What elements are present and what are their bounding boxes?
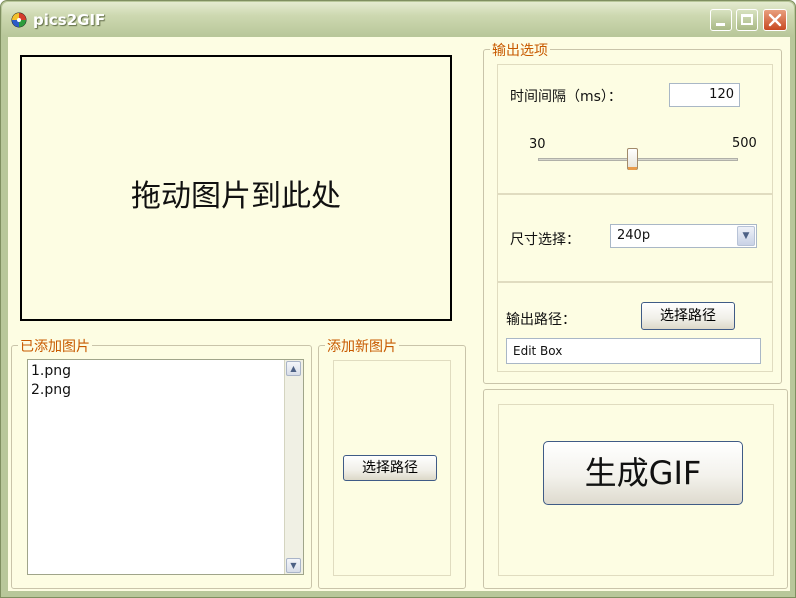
output-path-input[interactable]: Edit Box: [506, 338, 761, 364]
minimize-button[interactable]: [710, 9, 732, 31]
minimize-icon: [716, 23, 725, 26]
app-window: pics2GIF 拖动图片到此处 已添加图片 1.png 2.png ▲ ▼ 添…: [0, 0, 796, 598]
size-select-value: 240p: [617, 228, 651, 243]
window-title: pics2GIF: [33, 11, 106, 29]
chevron-down-icon: ▼: [742, 231, 750, 241]
drop-zone-hint: 拖动图片到此处: [131, 179, 341, 214]
generate-gif-button[interactable]: 生成GIF: [543, 441, 743, 505]
list-item[interactable]: 2.png: [28, 381, 285, 400]
add-new-image-legend: 添加新图片: [325, 336, 399, 356]
slider-min-label: 30: [529, 137, 546, 152]
output-path-browse-button[interactable]: 选择路径: [641, 302, 735, 330]
output-path-label: 输出路径：: [506, 312, 576, 328]
app-color-wheel-icon: [11, 12, 27, 28]
image-drop-zone[interactable]: 拖动图片到此处: [20, 55, 452, 321]
close-button[interactable]: [763, 9, 787, 31]
title-bar[interactable]: pics2GIF: [2, 2, 794, 36]
interval-label: 时间间隔（ms）：: [510, 89, 622, 105]
size-select[interactable]: 240p ▼: [610, 224, 757, 248]
size-label: 尺寸选择：: [510, 232, 580, 248]
chevron-up-icon: ▲: [290, 364, 297, 373]
maximize-button[interactable]: [736, 9, 758, 31]
list-item[interactable]: 1.png: [28, 362, 285, 381]
client-area: 拖动图片到此处 已添加图片 1.png 2.png ▲ ▼ 添加新图片 选择路径 …: [8, 37, 790, 591]
scroll-down-button[interactable]: ▼: [286, 558, 301, 573]
interval-input[interactable]: 120: [669, 83, 740, 107]
add-image-browse-button[interactable]: 选择路径: [343, 455, 437, 481]
list-vertical-scrollbar[interactable]: ▲ ▼: [284, 360, 303, 574]
interval-slider-track[interactable]: [538, 158, 738, 161]
added-images-legend: 已添加图片: [18, 336, 92, 356]
chevron-down-icon: ▼: [290, 561, 297, 570]
output-options-legend: 输出选项: [490, 40, 550, 60]
added-images-list[interactable]: 1.png 2.png ▲ ▼: [27, 359, 304, 575]
slider-max-label: 500: [732, 136, 757, 151]
added-images-items: 1.png 2.png: [28, 362, 285, 400]
maximize-icon: [741, 14, 753, 25]
close-icon: [768, 13, 782, 27]
interval-slider-thumb[interactable]: [627, 148, 638, 170]
size-select-dropdown-button[interactable]: ▼: [737, 226, 755, 246]
scroll-up-button[interactable]: ▲: [286, 361, 301, 376]
